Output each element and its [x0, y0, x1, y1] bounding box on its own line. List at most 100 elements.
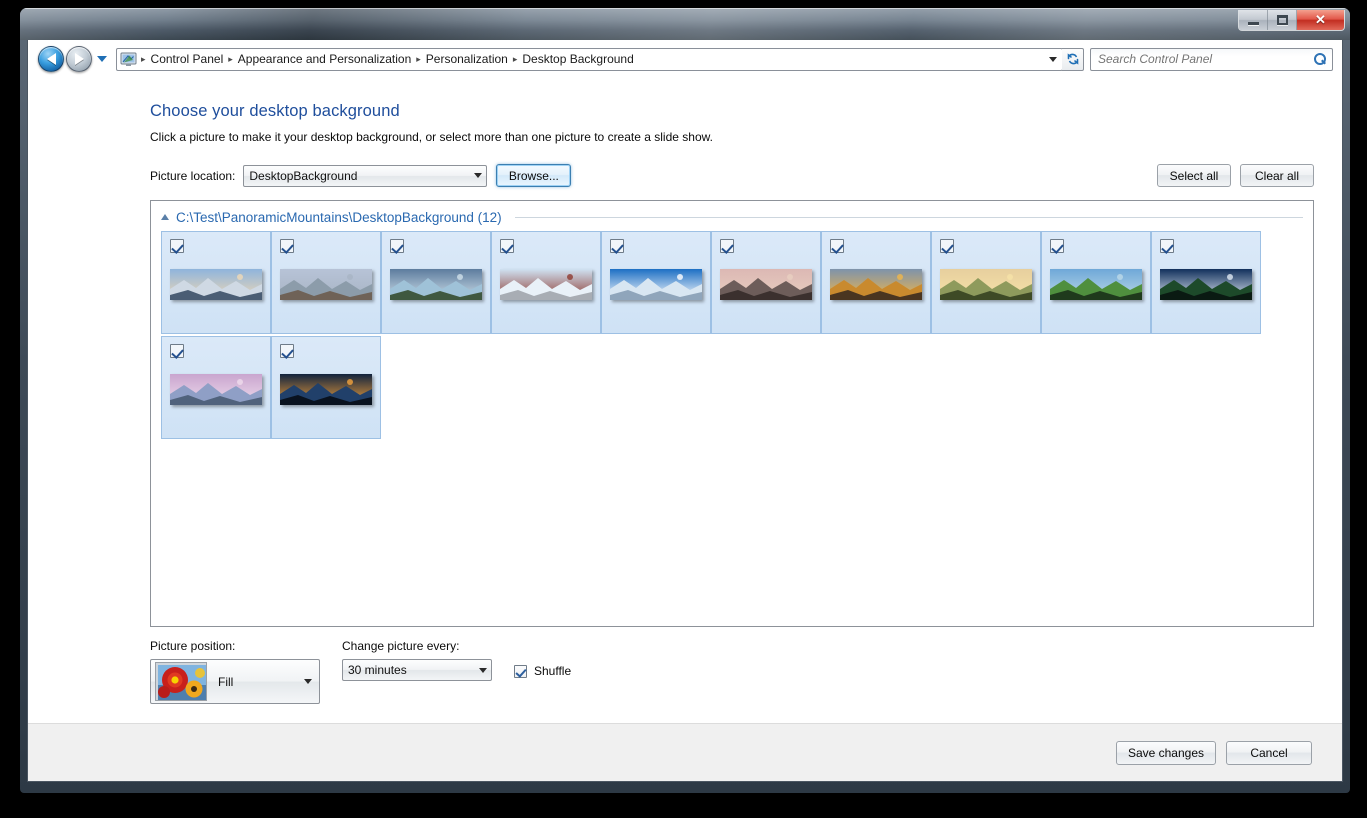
thumbnail-checkbox[interactable] [610, 239, 624, 253]
gallery-group-title: C:\Test\PanoramicMountains\DesktopBackgr… [176, 210, 502, 225]
command-bar: Save changes Cancel [28, 723, 1342, 781]
forward-button[interactable] [66, 46, 92, 72]
close-icon: ✕ [1315, 12, 1326, 27]
thumbnail-image [1050, 269, 1142, 300]
thumbnail-checkbox[interactable] [940, 239, 954, 253]
thumbnail-image [390, 269, 482, 300]
picture-location-select[interactable]: DesktopBackground [243, 164, 488, 187]
control-panel-icon [120, 52, 137, 67]
collapse-triangle-icon[interactable] [161, 213, 169, 220]
thumbnail-checkbox[interactable] [170, 239, 184, 253]
thumbnail-image [280, 269, 372, 300]
thumbnail-cell[interactable] [711, 231, 821, 334]
content-pane: Choose your desktop background Click a p… [28, 78, 1342, 723]
window-title-bar: ✕ [20, 8, 1350, 40]
picture-location-label: Picture location: [150, 168, 236, 183]
thumbnail-checkbox[interactable] [830, 239, 844, 253]
desktop-backdrop: ✕ ▸ Control Panel ▸ Appearance and Perso… [0, 0, 1367, 818]
maximize-icon [1276, 15, 1288, 25]
breadcrumb-appearance-and-personalization[interactable]: Appearance and Personalization [234, 49, 415, 70]
maximize-button[interactable] [1268, 10, 1297, 30]
thumbnail-image [830, 269, 922, 300]
chevron-down-icon [1049, 56, 1057, 62]
window-controls: ✕ [1238, 10, 1345, 31]
minimize-icon [1247, 21, 1259, 25]
group-divider [514, 217, 1303, 218]
gallery-actions: Select all Clear all [1157, 164, 1314, 187]
chevron-down-icon [469, 166, 486, 186]
thumbnail-checkbox[interactable] [500, 239, 514, 253]
clear-all-button[interactable]: Clear all [1240, 164, 1314, 187]
thumbnail-checkbox[interactable] [280, 239, 294, 253]
save-changes-button[interactable]: Save changes [1115, 740, 1216, 765]
page-subtitle: Click a picture to make it your desktop … [150, 130, 713, 144]
thumbnail-image [280, 374, 372, 405]
thumbnail-cell[interactable] [1041, 231, 1151, 334]
thumbnail-checkbox[interactable] [170, 344, 184, 358]
thumbnail-checkbox[interactable] [1160, 239, 1174, 253]
thumbnail-image [170, 269, 262, 300]
thumbnail-cell[interactable] [1151, 231, 1261, 334]
thumbnail-image [170, 374, 262, 405]
breadcrumb-desktop-background[interactable]: Desktop Background [518, 49, 637, 70]
thumbnail-cell[interactable] [931, 231, 1041, 334]
shuffle-label: Shuffle [534, 664, 572, 678]
back-button[interactable] [38, 46, 64, 72]
close-button[interactable]: ✕ [1297, 10, 1344, 30]
flower-preview-image [158, 665, 206, 700]
picture-position-value: Fill [218, 674, 234, 689]
search-box[interactable] [1090, 47, 1333, 71]
thumbnail-image [610, 269, 702, 300]
chevron-down-icon [297, 679, 319, 684]
browse-button[interactable]: Browse... [496, 164, 572, 187]
search-icon [1314, 52, 1327, 66]
thumbnail-cell[interactable] [161, 336, 271, 439]
page-title: Choose your desktop background [150, 102, 400, 120]
search-input[interactable] [1096, 51, 1314, 67]
window-client-area: ▸ Control Panel ▸ Appearance and Persona… [27, 40, 1343, 782]
picture-location-value: DesktopBackground [249, 168, 358, 183]
change-picture-interval-select[interactable]: 30 minutes [342, 659, 492, 681]
thumbnail-image [1160, 269, 1252, 300]
thumbnail-cell[interactable] [271, 231, 381, 334]
change-picture-interval-value: 30 minutes [348, 663, 407, 677]
thumbnail-cell[interactable] [491, 231, 601, 334]
thumbnail-checkbox[interactable] [280, 344, 294, 358]
picture-location-row: Picture location: DesktopBackground Brow… [150, 164, 1314, 187]
arrow-left-icon [46, 53, 56, 65]
shuffle-checkbox[interactable] [514, 664, 527, 678]
control-panel-window: ✕ ▸ Control Panel ▸ Appearance and Perso… [20, 8, 1350, 793]
gallery-group-header[interactable]: C:\Test\PanoramicMountains\DesktopBackgr… [151, 201, 1313, 231]
select-all-button[interactable]: Select all [1157, 164, 1231, 187]
refresh-icon [1067, 53, 1078, 65]
thumbnail-cell[interactable] [161, 231, 271, 334]
picture-position-group: Picture position: Fill [150, 639, 320, 704]
arrow-right-icon [74, 53, 84, 65]
thumbnail-checkbox[interactable] [720, 239, 734, 253]
picture-position-label: Picture position: [150, 639, 236, 653]
change-picture-label: Change picture every: [342, 639, 460, 653]
recent-pages-dropdown[interactable] [97, 56, 107, 62]
refresh-button[interactable] [1062, 47, 1084, 71]
breadcrumb-control-panel[interactable]: Control Panel [147, 49, 228, 70]
thumbnail-image [500, 269, 592, 300]
address-bar[interactable]: ▸ Control Panel ▸ Appearance and Persona… [116, 47, 1063, 71]
navigation-bar: ▸ Control Panel ▸ Appearance and Persona… [28, 40, 1342, 78]
shuffle-group: Shuffle [514, 664, 571, 678]
thumbnail-checkbox[interactable] [1050, 239, 1064, 253]
options-row: Picture position: Fill Change picture ev… [150, 639, 1314, 704]
thumbnail-checkbox[interactable] [390, 239, 404, 253]
thumbnail-cell[interactable] [381, 231, 491, 334]
change-picture-group: Change picture every: 30 minutes [342, 639, 492, 681]
thumbnail-cell[interactable] [821, 231, 931, 334]
address-history-dropdown-button[interactable] [1044, 49, 1062, 70]
picture-position-select[interactable]: Fill [150, 659, 320, 704]
thumbnail-cell[interactable] [271, 336, 381, 439]
thumbnail-image [940, 269, 1032, 300]
thumbnail-image [720, 269, 812, 300]
minimize-button[interactable] [1239, 10, 1268, 30]
breadcrumb-personalization[interactable]: Personalization [422, 49, 512, 70]
thumbnail-grid [151, 231, 1313, 441]
thumbnail-cell[interactable] [601, 231, 711, 334]
cancel-button[interactable]: Cancel [1226, 740, 1312, 765]
